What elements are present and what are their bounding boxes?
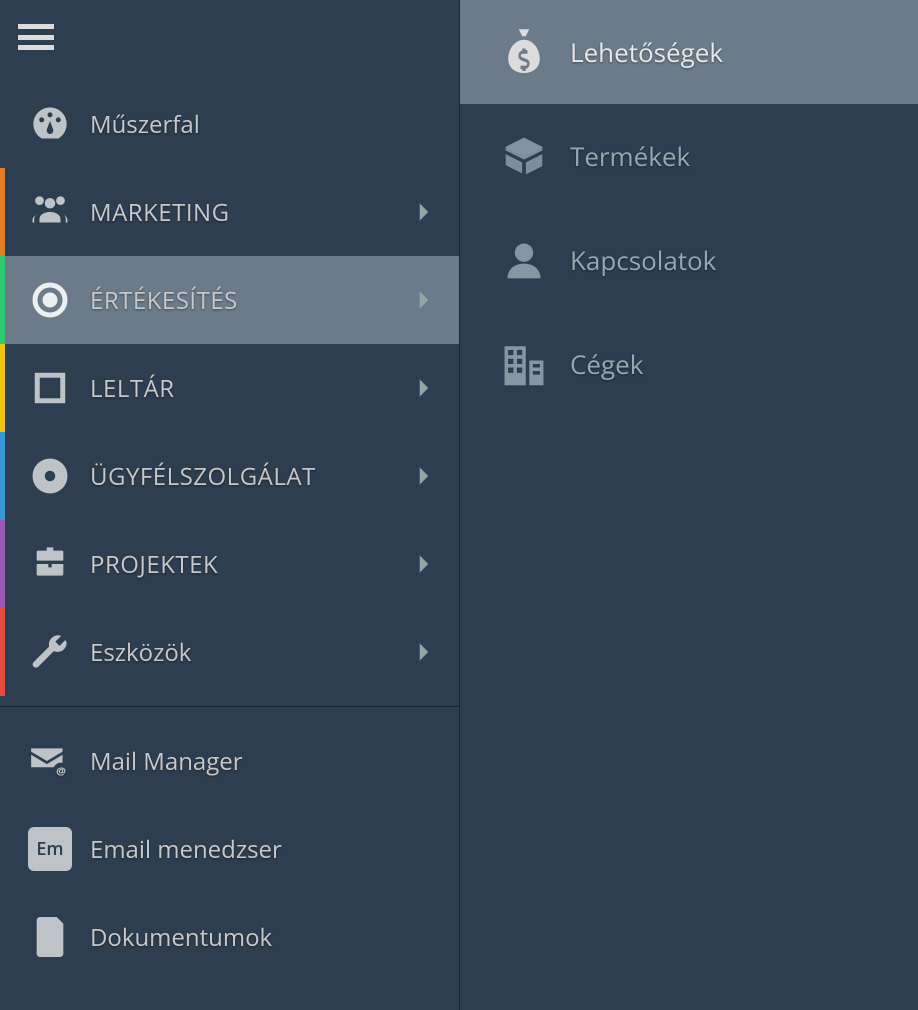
lifebuoy-icon (28, 454, 72, 498)
buildings-icon (500, 340, 548, 388)
sidebar-item-dashboard[interactable]: Műszerfal (0, 80, 459, 168)
sidebar-item-mail-manager[interactable]: @ Mail Manager (0, 717, 459, 805)
sidebar-item-inventory[interactable]: LELTÁR (0, 344, 459, 432)
sidebar-item-label: Mail Manager (90, 745, 431, 778)
chevron-right-icon (417, 202, 431, 222)
sidebar-item-label: ÜGYFÉLSZOLGÁLAT (90, 460, 407, 493)
sidebar-item-label: Műszerfal (90, 108, 431, 141)
svg-text:@: @ (56, 764, 66, 779)
sidebar-item-label: Eszközök (90, 636, 407, 669)
target-icon (28, 278, 72, 322)
sidebar-item-label: PROJEKTEK (90, 548, 407, 581)
sidebar-item-marketing[interactable]: MARKETING (0, 168, 459, 256)
box-icon (500, 132, 548, 180)
hamburger-menu-button[interactable] (0, 0, 459, 80)
sidebar-item-email-manager[interactable]: Em Email menedzser (0, 805, 459, 893)
chevron-right-icon (417, 466, 431, 486)
sidebar-item-label: MARKETING (90, 196, 407, 229)
sidebar-item-support[interactable]: ÜGYFÉLSZOLGÁLAT (0, 432, 459, 520)
sidebar-divider (0, 706, 459, 707)
sidebar-item-sales[interactable]: ÉRTÉKESÍTÉS (0, 256, 459, 344)
sidebar-item-label: LELTÁR (90, 372, 407, 405)
submenu-item-label: Lehetőségek (570, 34, 723, 70)
hamburger-icon (18, 24, 54, 50)
sidebar-item-label: Dokumentumok (90, 921, 431, 954)
dashboard-icon (28, 102, 72, 146)
mail-at-icon: @ (28, 739, 72, 783)
person-icon (500, 236, 548, 284)
wrench-icon (28, 630, 72, 674)
main-sidebar: Műszerfal MARKETING ÉRTÉKESÍTÉS LELTÁR (0, 0, 459, 1010)
sidebar-item-projects[interactable]: PROJEKTEK (0, 520, 459, 608)
chevron-right-icon (417, 378, 431, 398)
em-badge-icon: Em (28, 827, 72, 871)
chevron-right-icon (417, 290, 431, 310)
submenu-item-products[interactable]: Termékek (460, 104, 918, 208)
submenu-panel: Lehetőségek Termékek Kapcsolatok Cégek (459, 0, 918, 1010)
submenu-item-opportunities[interactable]: Lehetőségek (460, 0, 918, 104)
sidebar-item-label: ÉRTÉKESÍTÉS (90, 284, 407, 317)
submenu-item-companies[interactable]: Cégek (460, 312, 918, 416)
sidebar-item-tools[interactable]: Eszközök (0, 608, 459, 696)
briefcase-icon (28, 542, 72, 586)
chevron-right-icon (417, 642, 431, 662)
chevron-right-icon (417, 554, 431, 574)
moneybag-icon (500, 28, 548, 76)
submenu-item-label: Kapcsolatok (570, 242, 716, 278)
sidebar-item-label: Email menedzser (90, 833, 431, 866)
submenu-item-label: Termékek (570, 138, 690, 174)
square-icon (28, 366, 72, 410)
submenu-item-contacts[interactable]: Kapcsolatok (460, 208, 918, 312)
sidebar-item-documents[interactable]: Dokumentumok (0, 893, 459, 981)
document-icon (28, 915, 72, 959)
users-icon (28, 190, 72, 234)
submenu-item-label: Cégek (570, 346, 643, 382)
